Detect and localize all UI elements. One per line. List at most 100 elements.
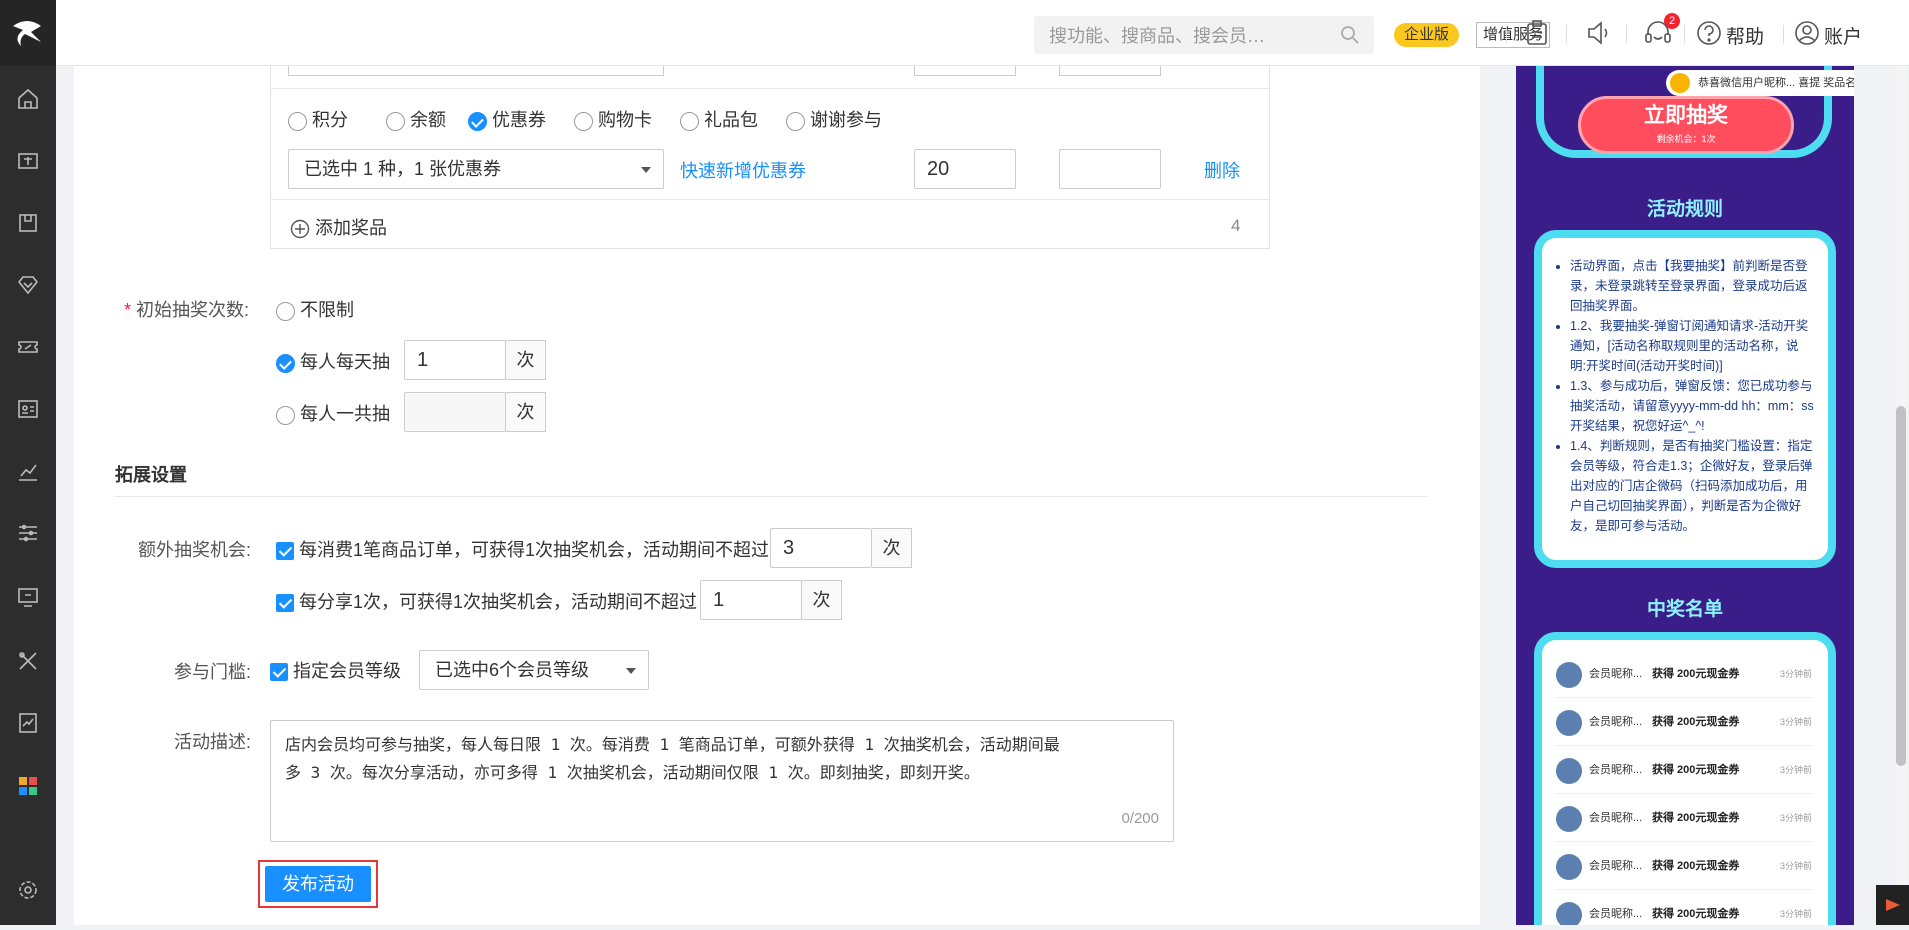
prize-type-thanks[interactable]: 谢谢参与 bbox=[786, 106, 882, 132]
top-bar: 搜功能、搜商品、搜会员… 企业版 增值服务 2 帮助 账户 bbox=[56, 0, 1909, 66]
divider bbox=[271, 199, 1269, 200]
rules-card: 活动界面，点击【我要抽奖】前判断是否登录，未登录跳转至登录界面，登录成功后返回抽… bbox=[1534, 230, 1836, 568]
report-icon[interactable] bbox=[0, 703, 56, 743]
divider bbox=[271, 88, 1269, 89]
member-level-select[interactable]: 已选中6个会员等级 bbox=[419, 650, 649, 690]
plus-circle-icon bbox=[290, 220, 310, 239]
settings-sliders-icon[interactable] bbox=[0, 513, 56, 553]
publish-button[interactable]: 发布活动 bbox=[265, 866, 371, 902]
winner-row: 会员昵称... 获得 200元现金券 3分钟前 bbox=[1556, 842, 1812, 890]
divider bbox=[115, 496, 1427, 497]
headset-icon[interactable] bbox=[1644, 20, 1672, 46]
add-prize-button[interactable]: 添加奖品 bbox=[290, 214, 387, 240]
divider bbox=[1506, 25, 1507, 43]
avatar bbox=[1670, 73, 1690, 93]
draws-unlimited-option[interactable]: 不限制 bbox=[276, 296, 354, 322]
winners-title: 中奖名单 bbox=[1646, 599, 1723, 620]
extra-order-checkbox[interactable]: 每消费1笔商品订单，可获得1次抽奖机会，活动期间不超过 bbox=[276, 536, 769, 562]
unit-label: 次 bbox=[802, 580, 842, 620]
scrollbar[interactable] bbox=[1895, 66, 1907, 925]
avatar bbox=[1556, 854, 1582, 880]
help-icon[interactable] bbox=[1696, 20, 1722, 46]
coupon-icon[interactable] bbox=[0, 327, 56, 367]
unit-label: 次 bbox=[872, 528, 912, 568]
prize-probability-input[interactable] bbox=[1059, 149, 1161, 189]
winner-row: 会员昵称... 获得 200元现金券 3分钟前 bbox=[1556, 746, 1812, 794]
winners-card: 会员昵称... 获得 200元现金券 3分钟前 会员昵称... 获得 200元现金券 3… bbox=[1534, 632, 1836, 925]
member-level-checkbox[interactable]: 指定会员等级 bbox=[270, 657, 401, 683]
winner-row: 会员昵称... 获得 200元现金券 3分钟前 bbox=[1556, 698, 1812, 746]
member-icon[interactable] bbox=[0, 265, 56, 305]
prize-type-balance[interactable]: 余额 bbox=[386, 106, 446, 132]
prize-type-coupon[interactable]: 优惠券 bbox=[468, 106, 546, 132]
feedback-corner-icon[interactable] bbox=[1876, 885, 1909, 925]
avatar bbox=[1556, 758, 1582, 784]
initial-draws-label: * 初始抽奖次数: bbox=[124, 300, 250, 320]
divider bbox=[1783, 25, 1784, 43]
screen-icon[interactable] bbox=[0, 577, 56, 617]
enterprise-badge[interactable]: 企业版 bbox=[1394, 23, 1460, 47]
scrollbar-thumb[interactable] bbox=[1896, 406, 1906, 766]
clipboard-icon[interactable] bbox=[1526, 20, 1548, 46]
search-input[interactable]: 搜功能、搜商品、搜会员… bbox=[1034, 16, 1374, 54]
quick-add-coupon-link[interactable]: 快速新增优惠券 bbox=[680, 157, 806, 183]
draws-total-option[interactable]: 每人一共抽 bbox=[276, 400, 390, 426]
threshold-label: 参与门槛: bbox=[174, 662, 252, 682]
prize-type-shopping-card[interactable]: 购物卡 bbox=[574, 106, 652, 132]
cashier-icon[interactable] bbox=[0, 141, 56, 181]
winner-row: 会员昵称... 获得 200元现金券 3分钟前 bbox=[1556, 890, 1812, 925]
help-link[interactable]: 帮助 bbox=[1726, 22, 1764, 49]
draws-per-day-input[interactable]: 1 bbox=[404, 340, 506, 380]
winner-marquee: 恭喜微信用户昵称... 喜提 奖品名 bbox=[1666, 70, 1854, 96]
draw-now-button[interactable]: 立即抽奖 剩余机会：1次 bbox=[1578, 96, 1794, 154]
extra-order-limit-input[interactable]: 3 bbox=[770, 528, 872, 568]
description-textarea[interactable]: 店内会员均可参与抽奖，每人每日限 1 次。每消费 1 笔商品订单，可额外获得 1… bbox=[270, 720, 1174, 842]
rules-title: 活动规则 bbox=[1646, 199, 1723, 220]
apps-icon[interactable] bbox=[0, 766, 56, 806]
avatar bbox=[1556, 902, 1582, 925]
goods-icon[interactable] bbox=[0, 203, 56, 243]
winner-row: 会员昵称... 获得 200元现金券 3分钟前 bbox=[1556, 650, 1812, 698]
logo[interactable] bbox=[0, 0, 56, 66]
card-icon[interactable] bbox=[0, 389, 56, 429]
search-icon[interactable] bbox=[1340, 25, 1360, 45]
divider bbox=[1566, 25, 1567, 43]
home-icon[interactable] bbox=[0, 79, 56, 119]
chart-icon[interactable] bbox=[0, 451, 56, 491]
chevron-down-icon bbox=[641, 167, 651, 173]
extra-share-limit-input[interactable]: 1 bbox=[700, 580, 802, 620]
prize-type-gift-pack[interactable]: 礼品包 bbox=[680, 106, 758, 132]
rule-item: 1.2、我要抽奖-弹窗订阅通知请求-活动开奖通知，[活动名称取规则里的活动名称，… bbox=[1570, 316, 1814, 376]
winner-row: 会员昵称... 获得 200元现金券 3分钟前 bbox=[1556, 794, 1812, 842]
extra-share-checkbox[interactable]: 每分享1次，可获得1次抽奖机会，活动期间不超过 bbox=[276, 588, 697, 614]
unit-label: 次 bbox=[506, 340, 546, 380]
prize-type-points[interactable]: 积分 bbox=[288, 106, 348, 132]
speaker-icon[interactable] bbox=[1586, 20, 1614, 46]
chevron-down-icon bbox=[626, 668, 636, 674]
user-icon[interactable] bbox=[1794, 20, 1820, 46]
avatar bbox=[1556, 806, 1582, 832]
rule-item: 1.4、判断规则，是否有抽奖门槛设置：指定会员等级，符合走1.3；企微好友，登录… bbox=[1570, 436, 1814, 536]
draws-total-input[interactable] bbox=[404, 392, 506, 432]
draws-per-day-option[interactable]: 每人每天抽 bbox=[276, 348, 390, 374]
char-count: 0/200 bbox=[1121, 810, 1159, 827]
divider bbox=[1684, 25, 1685, 43]
delete-prize-link[interactable]: 删除 bbox=[1204, 157, 1240, 183]
section-title: 拓展设置 bbox=[115, 465, 187, 485]
search-placeholder: 搜功能、搜商品、搜会员… bbox=[1049, 26, 1265, 46]
divider bbox=[1626, 25, 1627, 43]
avatar bbox=[1556, 662, 1582, 688]
coupon-select[interactable]: 已选中 1 种，1 张优惠券 bbox=[288, 149, 664, 189]
account-link[interactable]: 账户 bbox=[1824, 22, 1862, 49]
prize-count: 4 bbox=[1231, 216, 1241, 235]
publish-highlight: 发布活动 bbox=[258, 860, 378, 908]
logo-icon bbox=[13, 21, 41, 46]
sidebar bbox=[0, 0, 56, 925]
unit-label: 次 bbox=[506, 392, 546, 432]
extra-chance-label: 额外抽奖机会: bbox=[138, 540, 252, 560]
main-form: 积分 余额 优惠券 购物卡 礼品包 谢谢参与 已选中 1 种，1 张优惠券 快速… bbox=[74, 66, 1480, 925]
mobile-preview: 恭喜微信用户昵称... 喜提 奖品名 立即抽奖 剩余机会：1次 活动规则 活动界… bbox=[1516, 66, 1854, 925]
tools-icon[interactable] bbox=[0, 641, 56, 681]
prize-quantity-input[interactable]: 20 bbox=[914, 149, 1016, 189]
gear-icon[interactable] bbox=[0, 870, 56, 910]
